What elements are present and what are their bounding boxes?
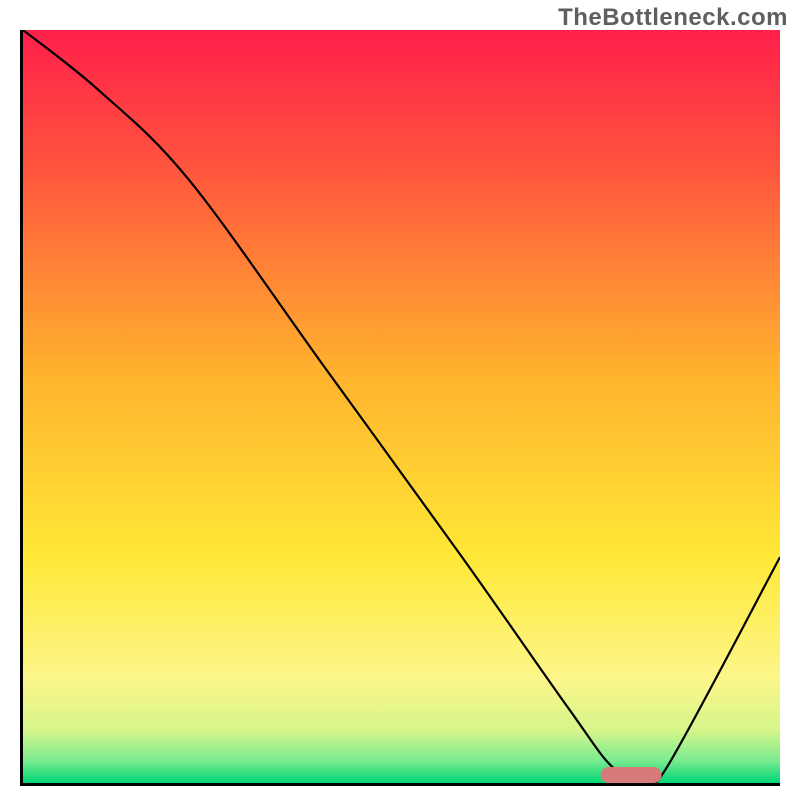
chart-axes — [20, 30, 780, 786]
chart-background-gradient — [23, 30, 780, 783]
watermark-text: TheBottleneck.com — [558, 4, 788, 32]
optimal-zone-marker — [601, 767, 662, 783]
gradient-fill — [23, 30, 780, 783]
